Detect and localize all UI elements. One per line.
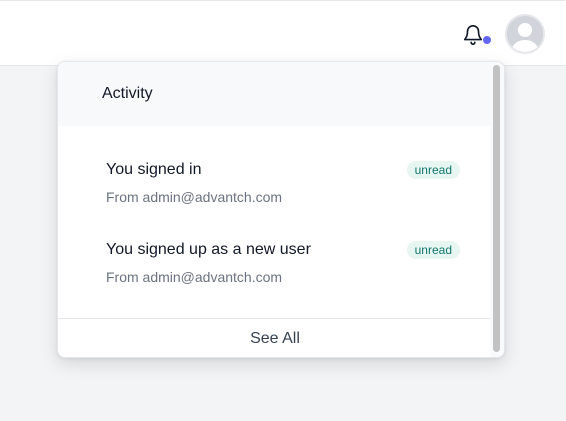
activity-title: Activity (102, 85, 153, 102)
bell-icon (463, 25, 483, 45)
notification-subtitle: From admin@advantch.com (106, 189, 283, 205)
unread-badge: unread (406, 241, 460, 259)
notifications-button[interactable] (458, 21, 492, 49)
scrollbar[interactable] (490, 62, 504, 357)
activity-dropdown: Activity You signed in From admin@advant… (57, 61, 505, 358)
scrollbar-thumb[interactable] (493, 65, 500, 352)
notification-indicator-dot (482, 35, 492, 45)
unread-badge: unread (406, 161, 460, 179)
user-avatar-icon (507, 16, 543, 52)
see-all-link[interactable]: See All (58, 318, 492, 357)
activity-header: Activity (58, 62, 492, 126)
notification-item-signed-in[interactable]: You signed in From admin@advantch.com un… (106, 160, 460, 206)
notification-subtitle: From admin@advantch.com (106, 269, 283, 285)
notification-item-signed-up[interactable]: You signed up as a new user From admin@a… (106, 240, 460, 286)
top-navbar (0, 0, 566, 66)
user-avatar-button[interactable] (505, 14, 545, 54)
